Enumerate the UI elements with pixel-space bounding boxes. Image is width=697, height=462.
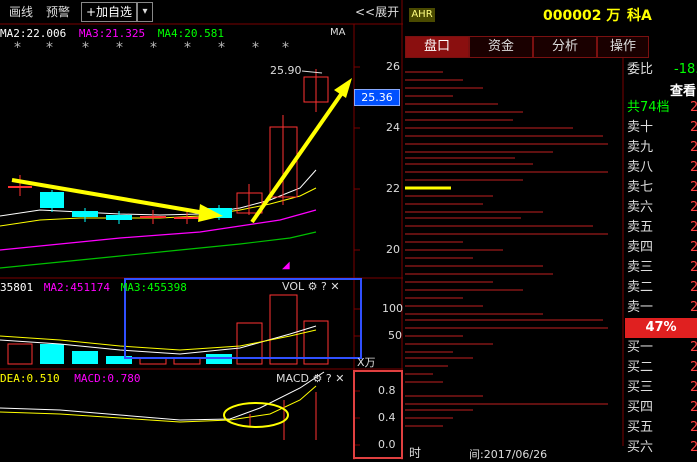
svg-text:*: * [14,40,21,56]
gear-icon[interactable]: ⚙ [312,372,322,385]
svg-text:*: * [218,40,225,56]
close-icon[interactable]: ✕ [335,372,344,385]
vol-title: VOL [282,280,305,293]
buy-row-4: 买四 2 [627,400,697,415]
kline-chart: * * * * * * * * * 25.90 ◢ [0,0,403,460]
macd-tick: 0.8 [378,384,396,397]
macd-tick: 0.4 [378,411,396,424]
stock-name: 科A [627,8,652,24]
price-tick: 26 [386,60,400,73]
view-link[interactable]: 查看 [670,80,696,99]
buy-row-2: 买二 2 [627,360,697,375]
macd-legend: DEA:0.510 MACD:0.780 [0,372,140,385]
time-label: 时 [409,446,422,460]
close-icon[interactable]: ✕ [330,280,339,293]
sell-row-1: 卖一 2 [627,300,697,315]
buy-row-6: 买六 2 [627,440,697,455]
vol-ma2-value: MA2:451174 [43,281,110,294]
sell-row-4: 卖四 2 [627,240,697,255]
macd-highlight-ellipse [223,402,289,428]
buy-row-1: 买一 2 [627,340,697,355]
candles [8,69,329,224]
tab-operation[interactable]: 操作 [597,36,649,58]
help-icon[interactable]: ? [321,280,327,293]
sell-row-8: 卖八 2 [627,160,697,175]
sell-row-10: 卖十 2 [627,120,697,135]
vol-legend: 35801 MA2:451174 MA3:455398 [0,281,187,294]
sell-row-9: 卖九 2 [627,140,697,155]
marker-arrow-icon: ◢ [282,260,290,271]
stock-code: 000002 万 [543,8,621,24]
vol-tick: 100 [382,302,403,315]
svg-text:*: * [46,40,53,56]
peak-price-label: 25.90 [270,64,302,77]
depth-bars [405,58,624,446]
macd-value: MACD:0.780 [74,372,141,385]
macd-controls: MACD ⚙ ? ✕ [276,372,344,385]
tab-funds[interactable]: 资金 [469,36,533,58]
dea-value: DEA:0.510 [0,372,60,385]
gear-icon[interactable]: ⚙ [308,280,318,293]
sell-row-3: 卖三 2 [627,260,697,275]
sell-row-5: 卖五 2 [627,220,697,235]
total-levels-row: 共74档 2 [627,100,697,115]
ma-label: MA [330,27,346,38]
ma3-value: MA3:21.325 [78,27,146,40]
price-tick: 20 [386,243,400,256]
svg-text:*: * [184,40,191,56]
bid-ratio-value: -18. [674,62,697,77]
buy-row-3: 买三 2 [627,380,697,395]
price-tick: 24 [386,121,400,134]
ma4-value: MA4:20.581 [157,27,224,40]
svg-text:*: * [82,40,89,56]
svg-text:*: * [150,40,157,56]
bid-ratio-row: 委比 -18. [627,60,697,80]
quote-panel: AHR 000002 万 科A 盘口 资金 分析 操作 委比 -18. 查看 共… [403,0,697,461]
vol-ma3-value: MA3:455398 [120,281,187,294]
macd-title: MACD [276,372,309,385]
price-tick: 22 [386,182,400,195]
svg-text:*: * [252,40,259,56]
tab-analysis[interactable]: 分析 [533,36,597,58]
event-markers: * * * * * * * * * [14,40,289,56]
svg-text:*: * [282,40,289,56]
vol-controls: VOL ⚙ ? ✕ [282,280,340,293]
sell-row-7: 卖七 2 [627,180,697,195]
svg-text:*: * [116,40,123,56]
macd-tick: 0.0 [378,438,396,451]
bid-ask-percent-bar: 47% [625,318,697,338]
ma-legend: MA2:22.006 MA3:21.325 MA4:20.581 [0,27,224,40]
ma2-value: MA2:22.006 [0,27,67,40]
vol-tick: 50 [388,329,402,342]
current-price-badge: 25.36 [354,89,400,106]
buy-row-5: 买五 2 [627,420,697,435]
help-icon[interactable]: ? [326,372,332,385]
vol-unit: X万 [357,356,376,369]
tab-orderbook[interactable]: 盘口 [405,36,469,58]
sell-row-2: 卖二 2 [627,280,697,295]
vol-ma1-value: 35801 [0,281,34,294]
stock-tag: AHR [409,8,435,22]
sell-row-6: 卖六 2 [627,200,697,215]
